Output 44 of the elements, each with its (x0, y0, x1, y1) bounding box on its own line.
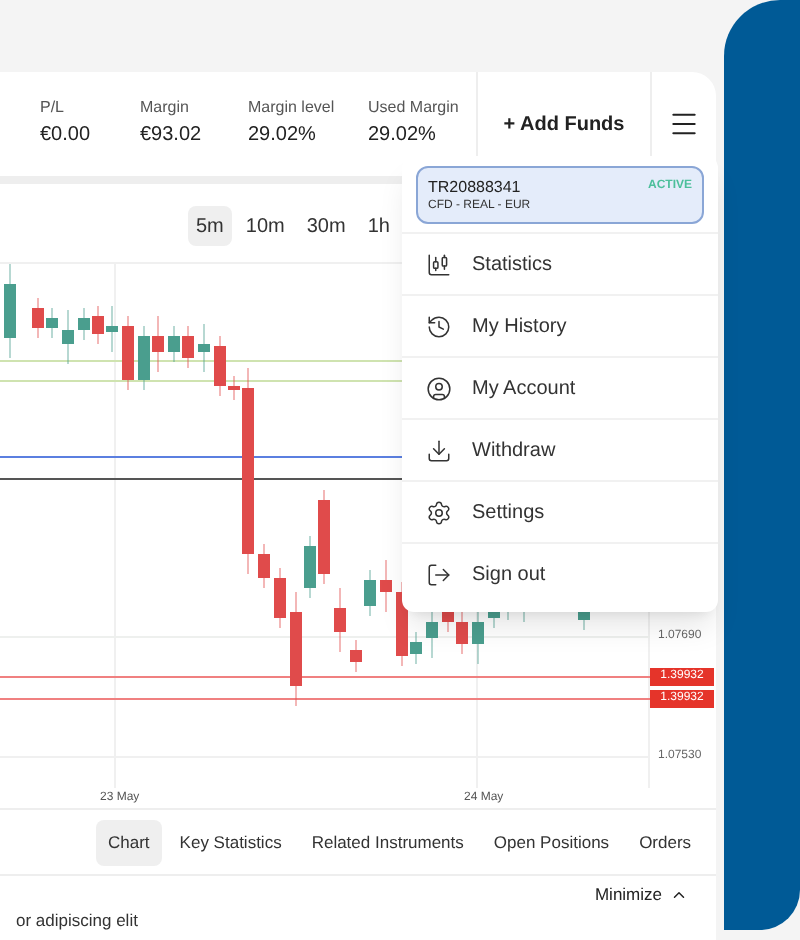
candle (380, 559, 392, 613)
account-id: TR20888341 (428, 175, 521, 197)
history-icon (426, 313, 452, 339)
tab[interactable]: Related Instruments (299, 819, 476, 865)
menu-item[interactable]: My History (402, 294, 718, 356)
tab[interactable]: Orders (627, 819, 704, 865)
settings-icon (426, 499, 452, 525)
stat-value: €93.02 (140, 122, 204, 150)
stat-label: Margin level (248, 96, 337, 120)
candle (274, 567, 286, 629)
timeframe-button[interactable]: 30m (298, 206, 354, 246)
candle (334, 587, 346, 653)
menu-item[interactable]: My Account (402, 356, 718, 418)
menu-item[interactable]: Sign out (402, 542, 718, 604)
user-icon (426, 375, 452, 401)
stat-label: Margin (140, 96, 191, 120)
stat-label: P/L (40, 96, 67, 120)
candle (198, 323, 210, 373)
candle (62, 309, 74, 365)
tab[interactable]: Open Positions (481, 819, 622, 865)
stat-label: Used Margin (368, 96, 461, 120)
download-icon (426, 437, 452, 463)
candlestick-icon (426, 251, 452, 277)
timeframe-button[interactable]: 5m (188, 206, 232, 246)
menu-icon[interactable] (668, 108, 700, 140)
sign-out-icon (426, 561, 452, 587)
candle (122, 315, 134, 391)
minimize-button[interactable]: Minimize (594, 882, 688, 908)
candle (258, 543, 270, 589)
body-text: or adipiscing elit (14, 907, 140, 932)
stat-value: 29.02% (368, 122, 438, 150)
tab[interactable]: Chart (96, 819, 162, 865)
timeframe-button[interactable]: 1h (359, 206, 398, 246)
timeframe-button[interactable]: 10m (237, 206, 293, 246)
candle (364, 569, 376, 617)
candle (350, 639, 362, 673)
candle (4, 263, 16, 359)
add-funds-button[interactable]: + Add Funds (503, 109, 625, 139)
stat-value: €0.00 (40, 122, 93, 150)
tab[interactable]: Key Statistics (167, 819, 294, 865)
menu-item[interactable]: Statistics (402, 232, 718, 294)
menu-item[interactable]: Withdraw (402, 418, 718, 480)
menu-item[interactable]: Settings (402, 480, 718, 542)
stat-value: 29.02% (248, 122, 318, 150)
